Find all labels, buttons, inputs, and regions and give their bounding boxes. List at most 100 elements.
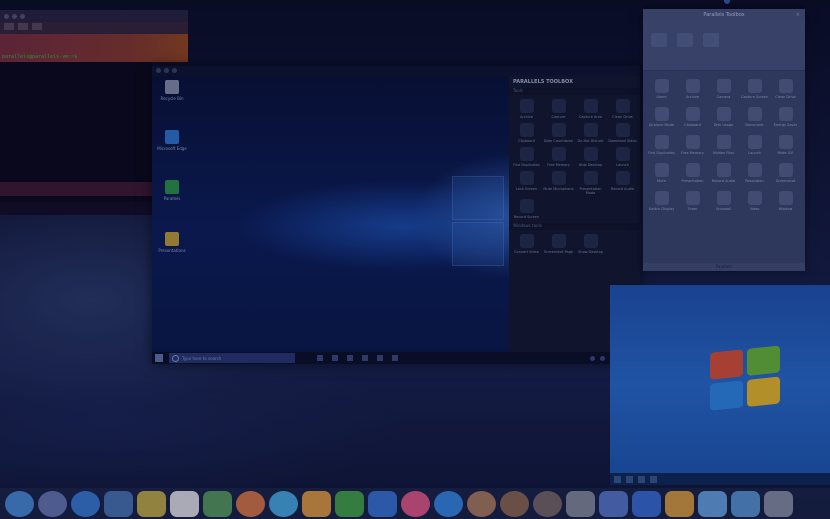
tool-gif[interactable]: Make GIF [770,135,801,155]
close-icon[interactable] [4,13,9,19]
tool-screenshot[interactable]: Screenshot [770,163,801,183]
tool-mic[interactable]: Record Audio [708,163,739,183]
photos-app-icon[interactable] [236,490,265,517]
contact-2-icon[interactable] [500,490,529,517]
safari-icon[interactable] [71,490,100,517]
windows-7-icon[interactable] [665,490,694,517]
numbers-icon[interactable] [335,490,364,517]
tool-document[interactable]: Document [739,107,770,127]
tool-rocket[interactable]: Launch [607,147,638,167]
finder-icon[interactable] [5,490,34,517]
maximize-icon[interactable] [172,68,177,73]
tool-trash[interactable]: Uninstall [708,191,739,211]
contact-1-icon[interactable] [467,490,496,517]
macos-menu-bar[interactable] [0,0,830,6]
app-store-icon[interactable] [434,490,463,517]
tool-airplane[interactable]: Airplane Mode [646,107,677,127]
tool-mute[interactable]: Mute [646,163,677,183]
folder-2-icon[interactable] [731,490,760,517]
tool-microphone[interactable]: Record Audio [607,171,638,195]
tool-presentation[interactable]: Presentation Mode [575,171,606,195]
maximize-icon[interactable] [20,13,25,19]
tool-duplicate[interactable]: Find Duplicates [511,147,542,167]
recent-tool-icon[interactable] [703,33,719,47]
folder-1-icon[interactable] [698,490,727,517]
desktop-icon-presentations[interactable]: Presentations [156,232,188,253]
system-preferences-icon[interactable] [566,490,595,517]
tool-launch[interactable]: Launch [739,135,770,155]
tool-clean[interactable]: Clean Drive [770,79,801,99]
recent-tool-icon[interactable] [677,33,693,47]
edge-taskbar-icon[interactable] [332,355,338,361]
tool-camera[interactable]: Camera [708,79,739,99]
tool-calendar[interactable]: Date Countdown [543,123,574,143]
close-icon[interactable] [156,68,161,73]
tool-convert-video[interactable]: Convert Video [511,234,542,254]
tool-archive[interactable]: Archive [677,79,708,99]
itunes-icon[interactable] [401,490,430,517]
terminal-body[interactable] [0,62,152,202]
tool-presentation[interactable]: Presentation [677,163,708,183]
desktop-icon-parallels[interactable]: Parallels [156,180,188,201]
tool-lock[interactable]: Lock Screen [511,171,542,195]
cortana-search-box[interactable]: Type here to search [169,353,295,363]
parallels-vm-2-icon[interactable] [632,490,661,517]
minimize-icon[interactable] [12,13,17,19]
tool-brush[interactable]: Clipboard [677,107,708,127]
minimize-icon[interactable] [164,68,169,73]
tool-screenshot-page[interactable]: Screenshot Page [543,234,574,254]
trash-icon[interactable] [764,490,793,517]
task-view-icon[interactable] [317,355,323,361]
store-taskbar-icon[interactable] [362,355,368,361]
maps-icon[interactable] [203,490,232,517]
pages-icon[interactable] [302,490,331,517]
tool-memory[interactable]: Free Memory [543,147,574,167]
tool-show-desktop[interactable]: Show Desktop [575,234,606,254]
tool-download[interactable]: Download Video [607,123,638,143]
tool-clock[interactable]: Energy Saver [770,107,801,127]
contact-3-icon[interactable] [533,490,562,517]
calendar-icon[interactable] [170,490,199,517]
tool-disk[interactable]: Disk Usage [708,107,739,127]
tool-display[interactable]: Switch Display [646,191,677,211]
volume-icon[interactable] [599,355,605,361]
launchpad-icon[interactable] [38,490,67,517]
windows-10-vm-window[interactable]: Recycle Bin Microsoft Edge Parallels Pre… [152,66,640,364]
tool-eye[interactable]: Hidden Files [708,135,739,155]
toolbar-button[interactable] [4,23,14,30]
tool-clipboard[interactable]: Clipboard [511,123,542,143]
tool-resolution[interactable]: Resolution [739,163,770,183]
tool-desktop[interactable]: Hide Desktop [575,147,606,167]
tool-alarm[interactable]: Alarm [646,79,677,99]
tool-video[interactable]: Video [739,191,770,211]
keynote-icon[interactable] [368,490,397,517]
mail-taskbar-icon[interactable] [377,355,383,361]
app-taskbar-icon[interactable] [392,355,398,361]
tool-broom[interactable]: Clean Drive [607,99,638,119]
recent-tool-icon[interactable] [651,33,667,47]
ubuntu-titlebar[interactable] [0,10,188,22]
network-icon[interactable] [589,355,595,361]
messages-icon[interactable] [269,490,298,517]
tool-timer[interactable]: Timer [677,191,708,211]
explorer-taskbar-icon[interactable] [347,355,353,361]
desktop-icon-recycle-bin[interactable]: Recycle Bin [156,80,188,101]
tool-capture[interactable]: Capture Screen [739,79,770,99]
tool-memory[interactable]: Free Memory [677,135,708,155]
notes-icon[interactable] [137,490,166,517]
parallels-vm-1-icon[interactable] [599,490,628,517]
tool-camera[interactable]: Capture [543,99,574,119]
desktop-icon-edge[interactable]: Microsoft Edge [156,130,188,151]
toolbar-button[interactable] [32,23,42,30]
parallels-menu-icon[interactable] [724,0,730,4]
tool-archive[interactable]: Archive [511,99,542,119]
windows-7-vm-window[interactable] [610,285,830,485]
close-icon[interactable]: × [796,9,800,21]
toolbar-button[interactable] [18,23,28,30]
media-icon[interactable] [650,475,657,483]
tool-moon[interactable]: Do Not Disturb [575,123,606,143]
vm-titlebar[interactable] [152,66,640,76]
tool-screen-area[interactable]: Capture Area [575,99,606,119]
explorer-icon[interactable] [638,475,645,483]
tool-record-screen[interactable]: Record Screen [511,199,542,219]
